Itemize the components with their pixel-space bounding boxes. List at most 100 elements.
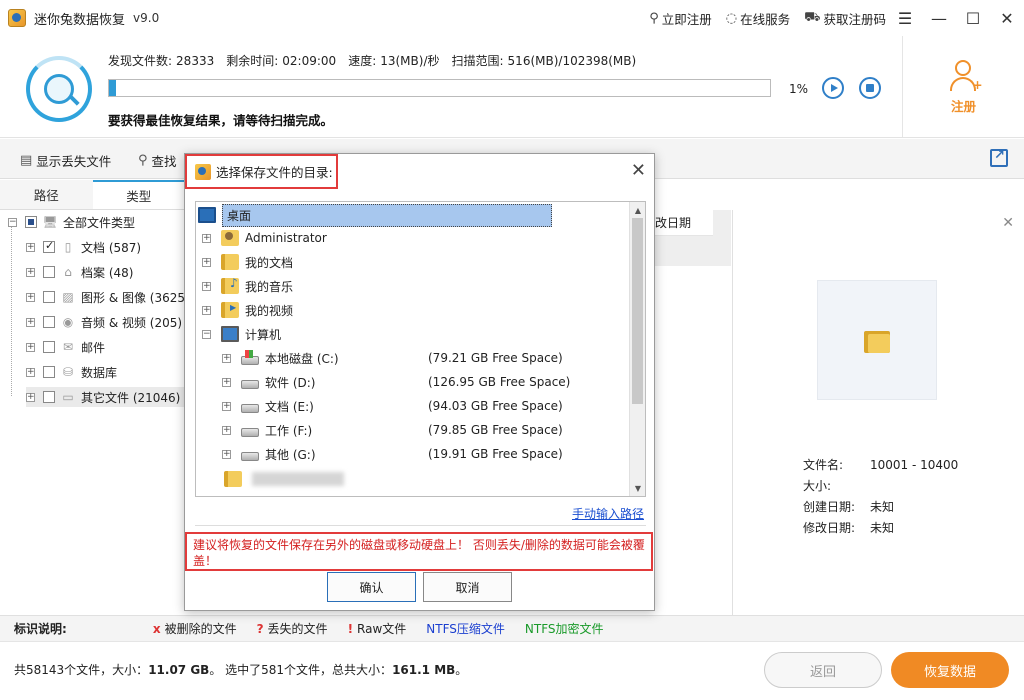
tree-item-drive-e[interactable]: + 文档 (E:) bbox=[222, 395, 314, 417]
file-list-row[interactable] bbox=[655, 236, 731, 266]
expand-icon[interactable]: + bbox=[222, 425, 231, 435]
range-label: 扫描范围: bbox=[451, 54, 504, 68]
expand-icon[interactable]: + bbox=[202, 281, 211, 291]
tree-checkbox[interactable] bbox=[43, 266, 55, 278]
legend-raw: ! Raw文件 bbox=[347, 621, 407, 637]
tree-checkbox[interactable] bbox=[25, 216, 37, 228]
tree-item-mail[interactable]: + ✉ 邮件 bbox=[26, 337, 105, 357]
tree-item-images[interactable]: + ▨ 图形 & 图像 (3625 bbox=[26, 287, 185, 307]
tree-checkbox[interactable] bbox=[43, 341, 55, 353]
document-icon: ▯ bbox=[64, 240, 72, 254]
expand-icon[interactable]: + bbox=[26, 317, 35, 327]
drive-g-free: (19.91 GB Free Space) bbox=[428, 447, 563, 461]
close-icon[interactable]: ✕ bbox=[1002, 215, 1014, 231]
expand-icon[interactable]: + bbox=[26, 342, 35, 352]
get-code-link[interactable]: ⛟ 获取注册码 bbox=[804, 9, 886, 28]
find-button[interactable]: ⚲ 查找 bbox=[138, 151, 177, 170]
close-button[interactable]: ✕ bbox=[990, 0, 1024, 36]
dialog-close-icon[interactable]: ✕ bbox=[631, 160, 646, 181]
scroll-down-icon[interactable]: ▼ bbox=[630, 480, 645, 496]
expand-icon[interactable]: + bbox=[222, 353, 231, 363]
stop-button[interactable] bbox=[859, 77, 881, 99]
register-now-link[interactable]: ⚲ 立即注册 bbox=[649, 9, 712, 28]
scroll-thumb[interactable] bbox=[632, 218, 643, 404]
expand-icon[interactable]: + bbox=[26, 267, 35, 277]
cancel-button[interactable]: 取消 bbox=[423, 572, 512, 602]
preview-panel: ✕ 文件名: 10001 - 10400 大小: 创建日期: 未知 修改日期: 未知 bbox=[732, 210, 1024, 615]
recover-data-button[interactable]: 恢复数据 bbox=[891, 652, 1009, 688]
tree-item-other[interactable]: + ▭ 其它文件 (21046) bbox=[26, 387, 185, 407]
play-icon bbox=[830, 84, 838, 92]
tree-item-documents[interactable]: + ▯ 文档 (587) bbox=[26, 237, 141, 257]
footer: 共58143个文件，大小：11.07 GB。 选中了581个文件，总共大小：16… bbox=[0, 641, 1024, 700]
show-lost-files-button[interactable]: ▤ 显示丢失文件 bbox=[20, 151, 111, 170]
tree-item-database[interactable]: + ⛁ 数据库 bbox=[26, 362, 117, 382]
manual-path-link[interactable]: 手动输入路径 bbox=[572, 505, 644, 522]
speed-label: 速度: bbox=[348, 54, 377, 68]
confirm-button[interactable]: 确认 bbox=[327, 572, 416, 602]
scan-status-area: 发现文件数: 28333 剩余时间: 02:09:00 速度: 13(MB)/秒 扫描… bbox=[0, 36, 1024, 138]
tree-item-drive-g[interactable]: + 其他 (G:) bbox=[222, 443, 316, 465]
range-value: 516(MB)/102398(MB) bbox=[507, 54, 637, 68]
expand-icon[interactable]: + bbox=[222, 377, 231, 387]
computer-icon bbox=[221, 326, 239, 342]
tree-item-my-documents[interactable]: + 我的文档 bbox=[202, 251, 293, 273]
export-icon[interactable] bbox=[990, 148, 1008, 167]
mail-icon: ✉ bbox=[62, 340, 74, 354]
tree-item-my-videos[interactable]: + 我的视频 bbox=[202, 299, 293, 321]
tree-checkbox[interactable] bbox=[43, 366, 55, 378]
folder-icon bbox=[221, 254, 239, 270]
expand-icon[interactable]: + bbox=[222, 449, 231, 459]
tree-item-my-music[interactable]: + 我的音乐 bbox=[202, 275, 293, 297]
register-button[interactable]: + 注册 bbox=[902, 36, 1024, 137]
tree-item-drive-f[interactable]: + 工作 (F:) bbox=[222, 419, 312, 441]
collapse-icon[interactable]: − bbox=[8, 217, 17, 227]
tree-item-computer[interactable]: − 计算机 bbox=[202, 323, 281, 345]
expand-icon[interactable]: + bbox=[202, 233, 211, 243]
tree-item-audio-video[interactable]: + ◉ 音频 & 视频 (205) bbox=[26, 312, 182, 332]
tree-item-drive-d[interactable]: + 软件 (D:) bbox=[222, 371, 315, 393]
tree-root[interactable]: − 🖥 全部文件类型 bbox=[8, 212, 135, 232]
tree-item-drive-c[interactable]: + 本地磁盘 (C:) bbox=[222, 347, 339, 369]
stop-icon bbox=[866, 84, 874, 92]
expand-icon[interactable]: + bbox=[222, 401, 231, 411]
back-button[interactable]: 返回 bbox=[764, 652, 882, 688]
tree-checkbox[interactable] bbox=[43, 291, 55, 303]
tree-checkbox[interactable] bbox=[43, 391, 55, 403]
resume-button[interactable] bbox=[822, 77, 844, 99]
tree-item-hidden[interactable] bbox=[224, 468, 344, 490]
expand-icon[interactable]: + bbox=[26, 392, 35, 402]
tab-type[interactable]: 类型 bbox=[92, 180, 185, 209]
expand-icon[interactable]: + bbox=[26, 367, 35, 377]
expand-icon[interactable]: + bbox=[202, 305, 211, 315]
legend-bar: 标识说明: x 被删除的文件 ? 丢失的文件 ! Raw文件 NTFS压缩文件 NTF… bbox=[0, 615, 1024, 641]
folder-icon bbox=[224, 471, 242, 487]
tab-path[interactable]: 路径 bbox=[0, 180, 93, 209]
remaining-label: 剩余时间: bbox=[226, 54, 279, 68]
maximize-button[interactable]: ☐ bbox=[956, 0, 990, 36]
minimize-button[interactable]: — bbox=[922, 0, 956, 36]
online-service-link[interactable]: ◌ 在线服务 bbox=[726, 9, 790, 28]
scan-magnifier-icon bbox=[26, 56, 92, 122]
divider bbox=[195, 525, 646, 526]
tree-checkbox[interactable] bbox=[43, 316, 55, 328]
legend-ntfs-compressed: NTFS压缩文件 bbox=[426, 622, 505, 636]
expand-icon[interactable]: + bbox=[26, 242, 35, 252]
expand-icon[interactable]: + bbox=[202, 257, 211, 267]
column-header-modified[interactable]: 改日期 bbox=[655, 210, 713, 236]
tree-item-desktop[interactable]: 桌面 bbox=[198, 203, 553, 227]
collapse-icon[interactable]: − bbox=[202, 329, 211, 339]
dialog-title: 选择保存文件的目录: bbox=[216, 165, 333, 180]
system-drive-icon bbox=[241, 350, 259, 365]
tree-checkbox[interactable] bbox=[43, 239, 55, 253]
scroll-up-icon[interactable]: ▲ bbox=[630, 202, 645, 218]
found-value: 28333 bbox=[176, 54, 215, 68]
expand-icon[interactable]: + bbox=[26, 292, 35, 302]
tree-item-administrator[interactable]: + Administrator bbox=[202, 227, 327, 249]
drive-e-free: (94.03 GB Free Space) bbox=[428, 399, 563, 413]
tree-scrollbar[interactable]: ▲ ▼ bbox=[629, 202, 645, 496]
video-folder-icon bbox=[221, 302, 239, 318]
tree-item-archives[interactable]: + ⌂ 档案 (48) bbox=[26, 262, 133, 282]
menu-icon[interactable]: ☰ bbox=[888, 0, 922, 36]
found-label: 发现文件数: bbox=[108, 54, 173, 68]
